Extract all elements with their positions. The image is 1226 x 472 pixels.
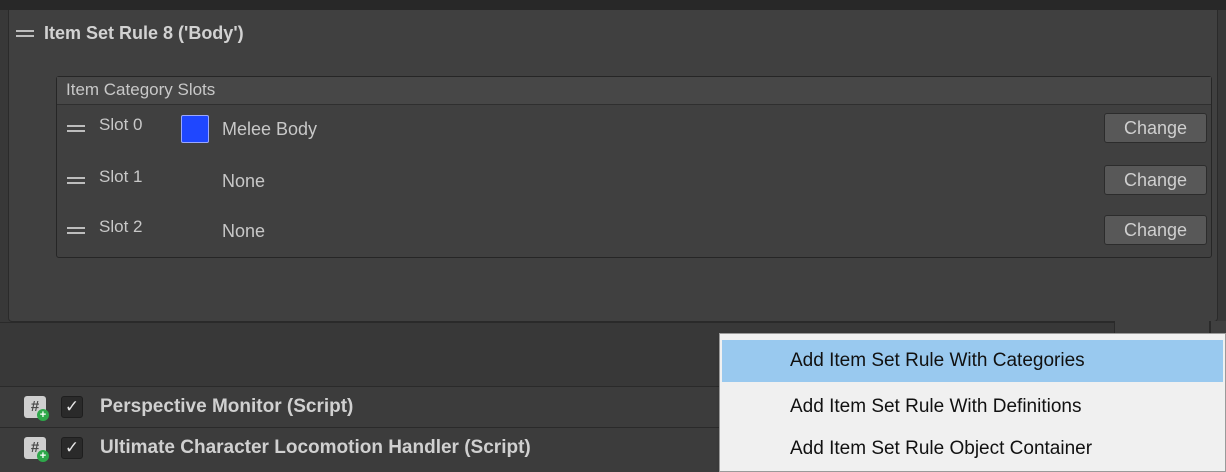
divider-line <box>0 322 1226 323</box>
drag-handle-icon[interactable] <box>67 175 85 185</box>
slot-value: None <box>222 171 266 191</box>
menu-item-add-object-container[interactable]: Add Item Set Rule Object Container <box>722 428 1223 470</box>
plus-icon: + <box>37 450 49 462</box>
slot-label: Slot 0 <box>99 115 143 134</box>
category-color-swatch <box>181 115 209 143</box>
change-button[interactable]: Change <box>1104 215 1207 245</box>
slot-row-2: Slot 2 None Change <box>57 211 1211 245</box>
menu-item-add-with-definitions[interactable]: Add Item Set Rule With Definitions <box>722 386 1223 428</box>
drag-handle-icon[interactable] <box>16 28 34 38</box>
change-button[interactable]: Change <box>1104 113 1207 143</box>
script-icon: # + <box>24 396 49 421</box>
item-category-slots-box: Item Category Slots Slot 0 Melee Body Ch… <box>56 76 1212 258</box>
item-category-slots-header: Item Category Slots <box>57 77 1211 105</box>
item-category-slots-title: Item Category Slots <box>66 80 216 99</box>
drag-handle-icon[interactable] <box>67 123 85 133</box>
top-strip <box>0 0 1226 10</box>
drag-handle-icon[interactable] <box>67 225 85 235</box>
item-set-rule-title: Item Set Rule 8 ('Body') <box>44 22 244 43</box>
enable-checkbox[interactable]: ✓ <box>61 437 83 459</box>
component-title: Perspective Monitor (Script) <box>100 396 354 417</box>
slot-row-1: Slot 1 None Change <box>57 161 1211 195</box>
slot-label: Slot 1 <box>99 167 143 186</box>
plus-icon: + <box>37 409 49 421</box>
slot-row-0: Slot 0 Melee Body Change <box>57 109 1211 143</box>
menu-item-add-with-categories[interactable]: Add Item Set Rule With Categories <box>722 340 1223 382</box>
slot-value: Melee Body <box>222 119 318 139</box>
add-rule-context-menu: Add Item Set Rule With Categories Add It… <box>719 333 1226 472</box>
slot-value: None <box>222 221 266 241</box>
enable-checkbox[interactable]: ✓ <box>61 396 83 418</box>
slot-label: Slot 2 <box>99 217 143 236</box>
component-title: Ultimate Character Locomotion Handler (S… <box>100 437 531 458</box>
script-icon: # + <box>24 437 49 462</box>
item-set-rule-header[interactable]: Item Set Rule 8 ('Body') <box>16 18 244 48</box>
change-button[interactable]: Change <box>1104 165 1207 195</box>
